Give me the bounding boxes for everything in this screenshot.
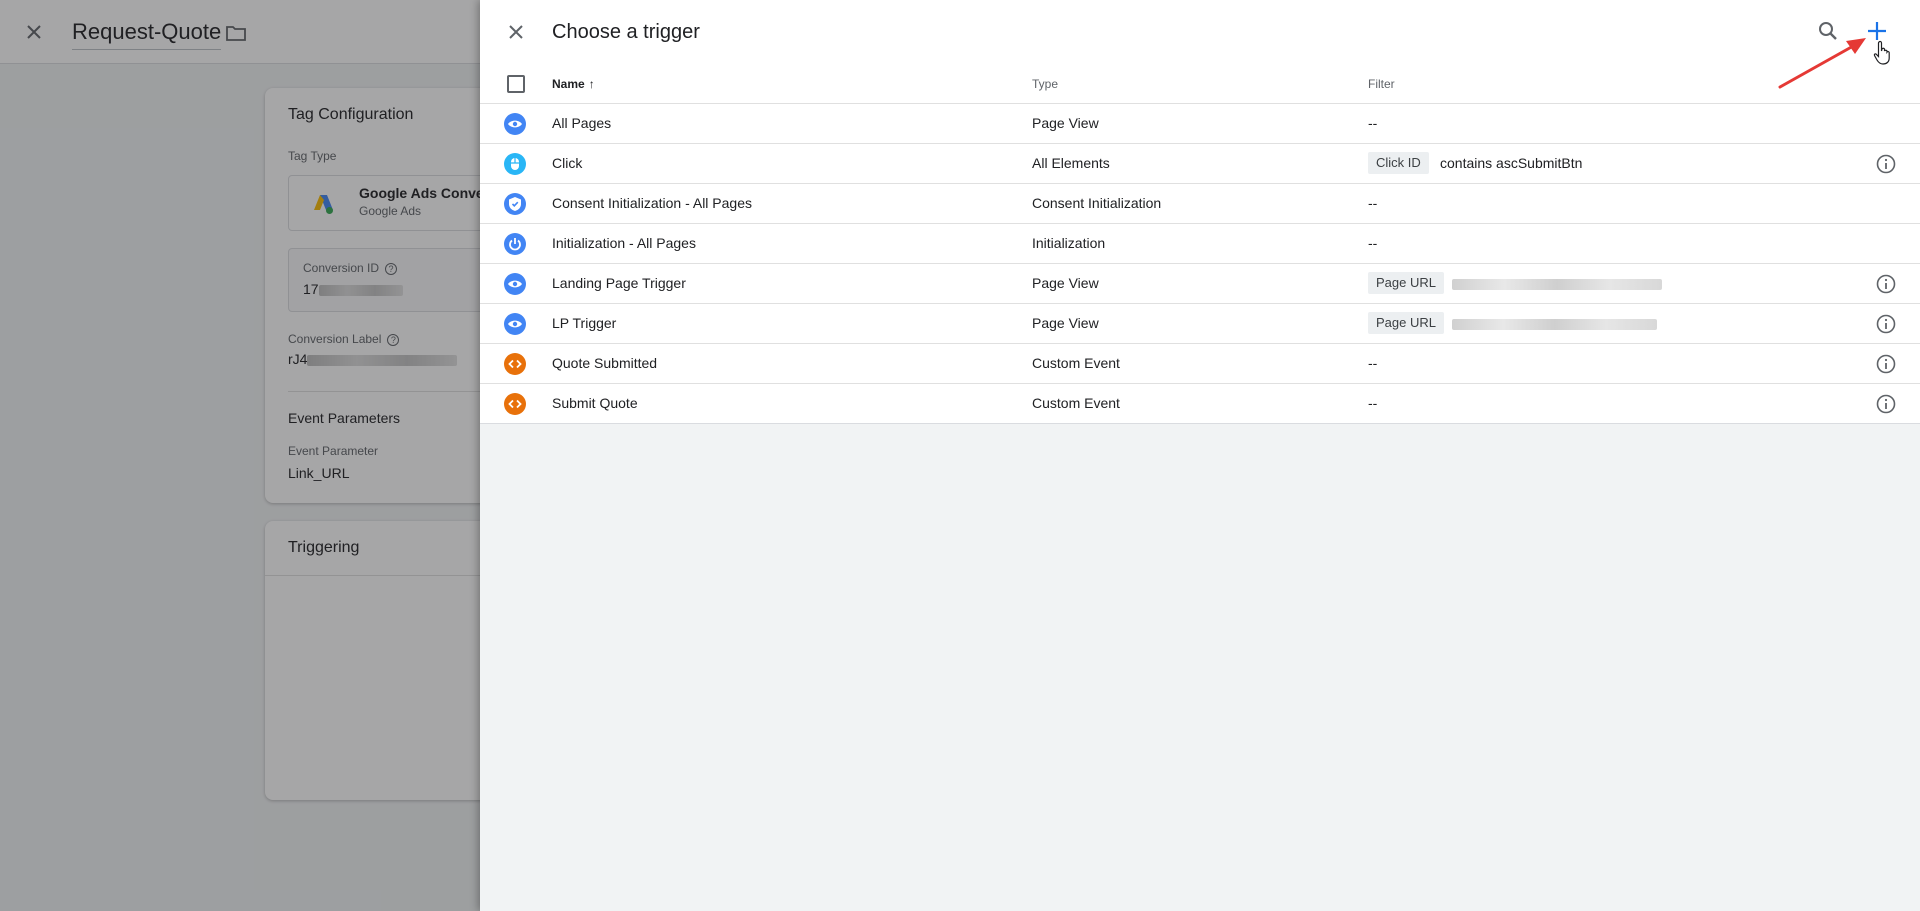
info-icon[interactable] [1875, 353, 1897, 375]
trigger-name: All Pages [552, 115, 612, 131]
choose-trigger-drawer: Choose a trigger Name ↑ Type Filter All P… [480, 0, 1920, 911]
column-header-name[interactable]: Name ↑ [552, 77, 595, 91]
trigger-type: Page View [1032, 315, 1099, 331]
table-row[interactable]: Landing Page Trigger Page View Page URL [480, 264, 1920, 304]
drawer-header: Choose a trigger [480, 0, 1920, 66]
table-header: Name ↑ Type Filter [480, 66, 1920, 104]
trigger-name: Quote Submitted [552, 355, 658, 371]
eye-icon [504, 113, 526, 135]
close-icon[interactable] [504, 20, 528, 44]
sort-arrow-icon: ↑ [588, 77, 595, 91]
table-row[interactable]: LP Trigger Page View Page URL [480, 304, 1920, 344]
trigger-filter: -- [1368, 395, 1378, 411]
table-row[interactable]: All Pages Page View -- [480, 104, 1920, 144]
trigger-filter: -- [1368, 115, 1378, 131]
redacted-filter-value [1452, 279, 1662, 290]
trigger-type: Page View [1032, 115, 1099, 131]
trigger-name: LP Trigger [552, 315, 617, 331]
trigger-type: Page View [1032, 275, 1099, 291]
table-row[interactable]: Consent Initialization - All Pages Conse… [480, 184, 1920, 224]
column-header-filter: Filter [1368, 77, 1395, 91]
eye-icon [504, 313, 526, 335]
filter-variable-chip: Click ID [1368, 152, 1429, 174]
search-icon[interactable] [1816, 19, 1840, 43]
trigger-name: Submit Quote [552, 395, 638, 411]
power-icon [504, 233, 526, 255]
column-name-label: Name [552, 77, 585, 91]
trigger-type: Initialization [1032, 235, 1106, 251]
trigger-name: Consent Initialization - All Pages [552, 195, 752, 211]
trigger-name: Initialization - All Pages [552, 235, 696, 251]
trigger-filter: -- [1368, 235, 1378, 251]
trigger-name: Click [552, 155, 583, 171]
info-icon[interactable] [1875, 393, 1897, 415]
drawer-title: Choose a trigger [552, 21, 700, 43]
info-icon[interactable] [1875, 153, 1897, 175]
shield-icon [504, 193, 526, 215]
trigger-filter: -- [1368, 355, 1378, 371]
trigger-type: Custom Event [1032, 355, 1120, 371]
hand-cursor-icon [1873, 40, 1890, 65]
code-icon [504, 393, 526, 415]
table-row[interactable]: Quote Submitted Custom Event -- [480, 344, 1920, 384]
trigger-table: Name ↑ Type Filter All Pages Page View --… [480, 66, 1920, 424]
trigger-name: Landing Page Trigger [552, 275, 686, 291]
column-header-type: Type [1032, 77, 1059, 91]
filter-variable-chip: Page URL [1368, 272, 1444, 294]
info-icon[interactable] [1875, 313, 1897, 335]
trigger-type: Custom Event [1032, 395, 1120, 411]
mouse-icon [504, 153, 526, 175]
table-row[interactable]: Click All Elements Click ID contains asc… [480, 144, 1920, 184]
filter-variable-chip: Page URL [1368, 312, 1444, 334]
table-row[interactable]: Initialization - All Pages Initializatio… [480, 224, 1920, 264]
redacted-filter-value [1452, 319, 1657, 330]
code-icon [504, 353, 526, 375]
select-all-checkbox[interactable] [507, 75, 525, 93]
filter-condition: contains ascSubmitBtn [1440, 155, 1583, 171]
trigger-type: Consent Initialization [1032, 195, 1162, 211]
info-icon[interactable] [1875, 273, 1897, 295]
table-row[interactable]: Submit Quote Custom Event -- [480, 384, 1920, 424]
eye-icon [504, 273, 526, 295]
trigger-filter: -- [1368, 195, 1378, 211]
trigger-type: All Elements [1032, 155, 1110, 171]
